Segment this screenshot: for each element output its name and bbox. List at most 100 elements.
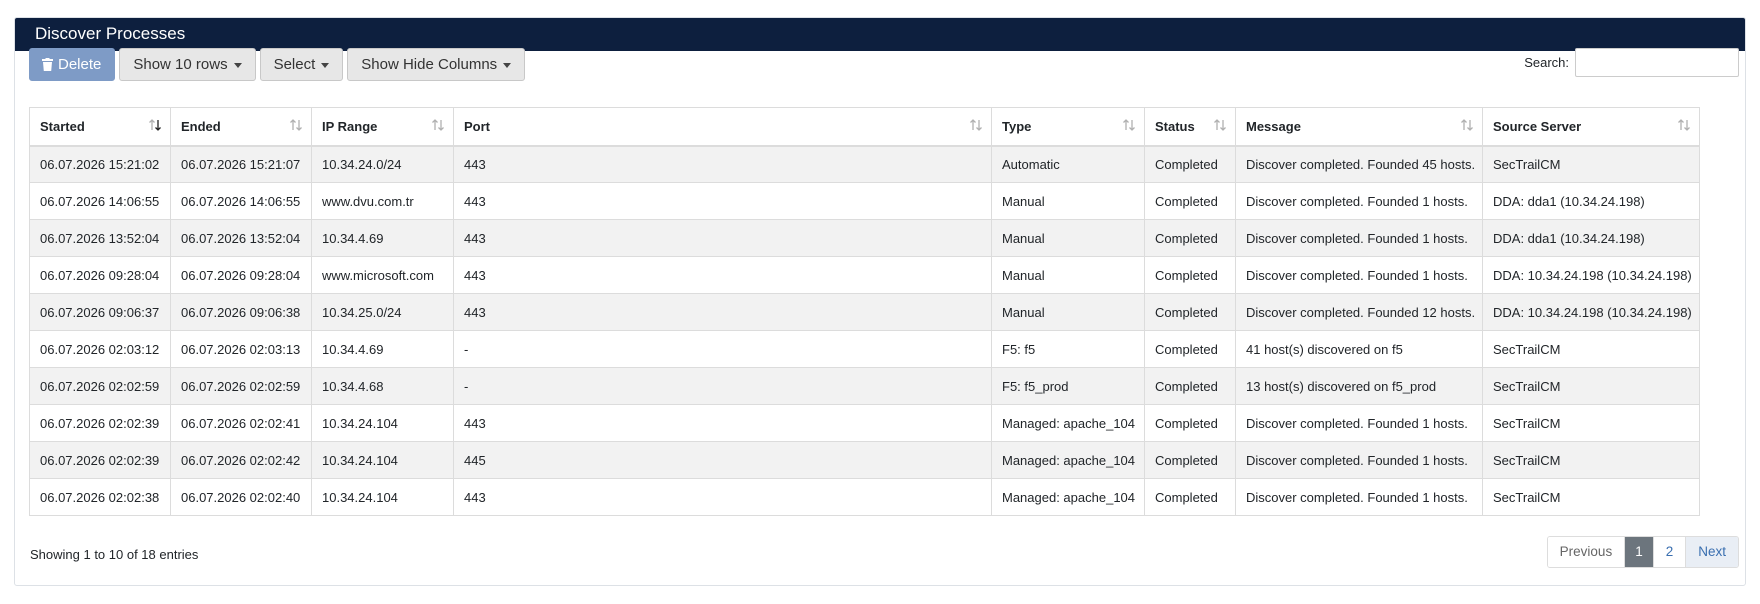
cell-started: 06.07.2026 13:52:04 <box>29 219 171 257</box>
table-row[interactable]: 06.07.2026 09:06:37 06.07.2026 09:06:38 10… <box>29 293 1700 331</box>
show-hide-columns-dropdown[interactable]: Show Hide Columns <box>347 48 526 81</box>
column-header-label: Started <box>40 118 85 134</box>
cell-type: Managed: apache_104 <box>991 478 1145 516</box>
next-page-button[interactable]: Next <box>1686 537 1738 567</box>
cell-source-server: DDA: dda1 (10.34.24.198) <box>1482 182 1700 220</box>
delete-label: Delete <box>58 56 102 73</box>
cell-port: 443 <box>453 404 992 442</box>
search-input[interactable] <box>1575 48 1739 77</box>
cell-port: - <box>453 367 992 405</box>
cell-ended: 06.07.2026 02:02:41 <box>170 404 312 442</box>
cell-type: Manual <box>991 256 1145 294</box>
cell-status: Completed <box>1144 293 1236 331</box>
cell-ended: 06.07.2026 09:06:38 <box>170 293 312 331</box>
column-header-status[interactable]: Status <box>1144 107 1236 147</box>
cell-ended: 06.07.2026 15:21:07 <box>170 145 312 183</box>
column-header-label: Source Server <box>1493 118 1582 134</box>
discover-processes-table: Started Ended IP Range Port Type Status Messag… <box>29 107 1700 516</box>
search-label: Search: <box>1524 55 1569 70</box>
column-header-message[interactable]: Message <box>1235 107 1483 147</box>
show-rows-dropdown[interactable]: Show 10 rows <box>119 48 256 81</box>
cell-started: 06.07.2026 02:02:38 <box>29 478 171 516</box>
cell-ip-range: 10.34.24.0/24 <box>311 145 454 183</box>
table-row[interactable]: 06.07.2026 02:02:59 06.07.2026 02:02:59 10… <box>29 367 1700 405</box>
cell-source-server: SecTrailCM <box>1482 330 1700 368</box>
cell-message: 41 host(s) discovered on f5 <box>1235 330 1483 368</box>
cell-type: Managed: apache_104 <box>991 441 1145 479</box>
cell-port: 443 <box>453 182 992 220</box>
cell-port: 443 <box>453 256 992 294</box>
cell-source-server: DDA: 10.34.24.198 (10.34.24.198) <box>1482 293 1700 331</box>
column-header-label: Type <box>1002 118 1032 134</box>
cell-message: Discover completed. Founded 45 hosts. <box>1235 145 1483 183</box>
cell-status: Completed <box>1144 182 1236 220</box>
cell-source-server: SecTrailCM <box>1482 404 1700 442</box>
cell-source-server: SecTrailCM <box>1482 478 1700 516</box>
cell-message: Discover completed. Founded 1 hosts. <box>1235 478 1483 516</box>
cell-ip-range: 10.34.24.104 <box>311 404 454 442</box>
table-row[interactable]: 06.07.2026 02:03:12 06.07.2026 02:03:13 10… <box>29 330 1700 368</box>
cell-status: Completed <box>1144 441 1236 479</box>
toolbar: Delete Show 10 rows Select Show Hide Col… <box>29 48 529 81</box>
cell-ip-range: 10.34.4.69 <box>311 219 454 257</box>
cell-ended: 06.07.2026 02:03:13 <box>170 330 312 368</box>
column-header-started[interactable]: Started <box>29 107 171 147</box>
show-rows-label: Show 10 rows <box>133 56 228 73</box>
cell-status: Completed <box>1144 256 1236 294</box>
cell-ip-range: 10.34.25.0/24 <box>311 293 454 331</box>
cell-started: 06.07.2026 02:02:39 <box>29 441 171 479</box>
cell-source-server: DDA: dda1 (10.34.24.198) <box>1482 219 1700 257</box>
cell-type: Managed: apache_104 <box>991 404 1145 442</box>
cell-source-server: SecTrailCM <box>1482 441 1700 479</box>
table-row[interactable]: 06.07.2026 15:21:02 06.07.2026 15:21:07 10… <box>29 145 1700 183</box>
table-row[interactable]: 06.07.2026 02:02:39 06.07.2026 02:02:41 10… <box>29 404 1700 442</box>
column-header-source-server[interactable]: Source Server <box>1482 107 1700 147</box>
cell-status: Completed <box>1144 404 1236 442</box>
cell-ended: 06.07.2026 02:02:40 <box>170 478 312 516</box>
cell-ip-range: 10.34.4.69 <box>311 330 454 368</box>
cell-type: Automatic <box>991 145 1145 183</box>
cell-type: F5: f5 <box>991 330 1145 368</box>
cell-message: Discover completed. Founded 1 hosts. <box>1235 182 1483 220</box>
delete-button[interactable]: Delete <box>29 48 116 81</box>
cell-status: Completed <box>1144 478 1236 516</box>
cell-ended: 06.07.2026 02:02:42 <box>170 441 312 479</box>
table-row[interactable]: 06.07.2026 02:02:38 06.07.2026 02:02:40 10… <box>29 478 1700 516</box>
select-dropdown[interactable]: Select <box>259 48 344 81</box>
page-2-button[interactable]: 2 <box>1653 537 1687 567</box>
cell-message: 13 host(s) discovered on f5_prod <box>1235 367 1483 405</box>
cell-status: Completed <box>1144 367 1236 405</box>
caret-down-icon <box>321 62 330 68</box>
table-row[interactable]: 06.07.2026 09:28:04 06.07.2026 09:28:04 ww… <box>29 256 1700 294</box>
cell-ip-range: www.microsoft.com <box>311 256 454 294</box>
cell-started: 06.07.2026 02:02:39 <box>29 404 171 442</box>
cell-message: Discover completed. Founded 1 hosts. <box>1235 441 1483 479</box>
cell-port: 443 <box>453 478 992 516</box>
column-header-port[interactable]: Port <box>453 107 992 147</box>
cell-started: 06.07.2026 09:28:04 <box>29 256 171 294</box>
cell-port: 445 <box>453 441 992 479</box>
cell-source-server: SecTrailCM <box>1482 367 1700 405</box>
table-info: Showing 1 to 10 of 18 entries <box>30 547 199 562</box>
cell-ip-range: 10.34.24.104 <box>311 441 454 479</box>
column-header-label: Status <box>1155 118 1195 134</box>
previous-page-button[interactable]: Previous <box>1547 537 1626 567</box>
cell-port: - <box>453 330 992 368</box>
cell-port: 443 <box>453 219 992 257</box>
table-row[interactable]: 06.07.2026 13:52:04 06.07.2026 13:52:04 10… <box>29 219 1700 257</box>
column-header-ended[interactable]: Ended <box>170 107 312 147</box>
cell-started: 06.07.2026 02:03:12 <box>29 330 171 368</box>
sort-icon <box>1678 119 1690 131</box>
cell-source-server: DDA: 10.34.24.198 (10.34.24.198) <box>1482 256 1700 294</box>
cell-started: 06.07.2026 02:02:59 <box>29 367 171 405</box>
column-header-ip-range[interactable]: IP Range <box>311 107 454 147</box>
column-header-type[interactable]: Type <box>991 107 1145 147</box>
table-row[interactable]: 06.07.2026 14:06:55 06.07.2026 14:06:55 ww… <box>29 182 1700 220</box>
page-1-button[interactable]: 1 <box>1625 537 1654 567</box>
caret-down-icon <box>503 62 512 68</box>
cell-status: Completed <box>1144 145 1236 183</box>
trash-icon <box>42 58 53 71</box>
cell-port: 443 <box>453 293 992 331</box>
cell-status: Completed <box>1144 219 1236 257</box>
table-row[interactable]: 06.07.2026 02:02:39 06.07.2026 02:02:42 10… <box>29 441 1700 479</box>
